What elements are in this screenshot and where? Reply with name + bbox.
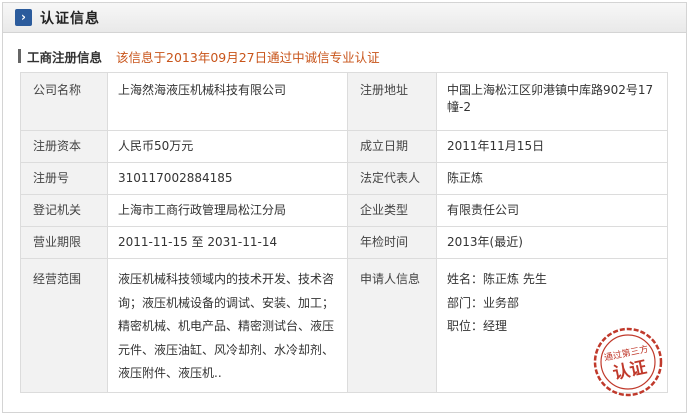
reg-no-value: 310117002884185 xyxy=(107,162,348,195)
inspection-label: 年检时间 xyxy=(347,226,437,259)
legal-rep-value: 陈正炼 xyxy=(436,162,668,195)
section-marker xyxy=(18,49,21,63)
authority-value: 上海市工商行政管理局松江分局 xyxy=(107,194,348,227)
table-row: 注册资本 人民币50万元 成立日期 2011年11月15日 xyxy=(20,130,668,163)
company-name-label: 公司名称 xyxy=(20,72,108,131)
company-name-value: 上海然海液压机械科技有限公司 xyxy=(107,72,348,131)
applicant-label: 申请人信息 xyxy=(347,258,437,393)
table-row: 营业期限 2011-11-15 至 2031-11-14 年检时间 2013年(… xyxy=(20,226,668,259)
table-row: 经营范围 液压机械科技领域内的技术开发、技术咨询；液压机械设备的调试、安装、加工… xyxy=(20,258,668,393)
scope-value: 液压机械科技领域内的技术开发、技术咨询；液压机械设备的调试、安装、加工；精密机械… xyxy=(107,258,348,393)
section-header: 工商注册信息 该信息于2013年09月27日通过中诚信专业认证 xyxy=(18,46,380,66)
company-type-value: 有限责任公司 xyxy=(436,194,668,227)
registration-table: 公司名称 上海然海液压机械科技有限公司 注册地址 中国上海松江区卯港镇中库路90… xyxy=(20,72,668,393)
section-title: 工商注册信息 xyxy=(27,49,103,65)
company-type-label: 企业类型 xyxy=(347,194,437,227)
certification-note: 该信息于2013年09月27日通过中诚信专业认证 xyxy=(116,49,380,65)
applicant-dept: 部门：业务部 xyxy=(447,295,520,310)
panel-title: 认证信息 xyxy=(40,10,100,27)
table-row: 公司名称 上海然海液压机械科技有限公司 注册地址 中国上海松江区卯港镇中库路90… xyxy=(20,72,668,131)
reg-no-label: 注册号 xyxy=(20,162,108,195)
term-label: 营业期限 xyxy=(20,226,108,259)
scope-label: 经营范围 xyxy=(20,258,108,393)
inspection-value: 2013年(最近) xyxy=(436,226,668,259)
table-row: 登记机关 上海市工商行政管理局松江分局 企业类型 有限责任公司 xyxy=(20,194,668,227)
panel-header: › 认证信息 xyxy=(3,3,686,33)
table-row: 注册号 310117002884185 法定代表人 陈正炼 xyxy=(20,162,668,195)
capital-label: 注册资本 xyxy=(20,130,108,163)
authority-label: 登记机关 xyxy=(20,194,108,227)
term-value: 2011-11-15 至 2031-11-14 xyxy=(107,226,348,259)
certification-stamp-icon: 通过第三方 认证 xyxy=(593,327,663,397)
legal-rep-label: 法定代表人 xyxy=(347,162,437,195)
founded-label: 成立日期 xyxy=(347,130,437,163)
chevron-right-icon: › xyxy=(15,9,32,26)
applicant-name: 姓名：陈正炼 先生 xyxy=(447,272,547,286)
reg-address-value: 中国上海松江区卯港镇中库路902号17幢-2 xyxy=(436,72,668,131)
founded-value: 2011年11月15日 xyxy=(436,130,668,163)
reg-address-label: 注册地址 xyxy=(347,72,437,131)
capital-value: 人民币50万元 xyxy=(107,130,348,163)
